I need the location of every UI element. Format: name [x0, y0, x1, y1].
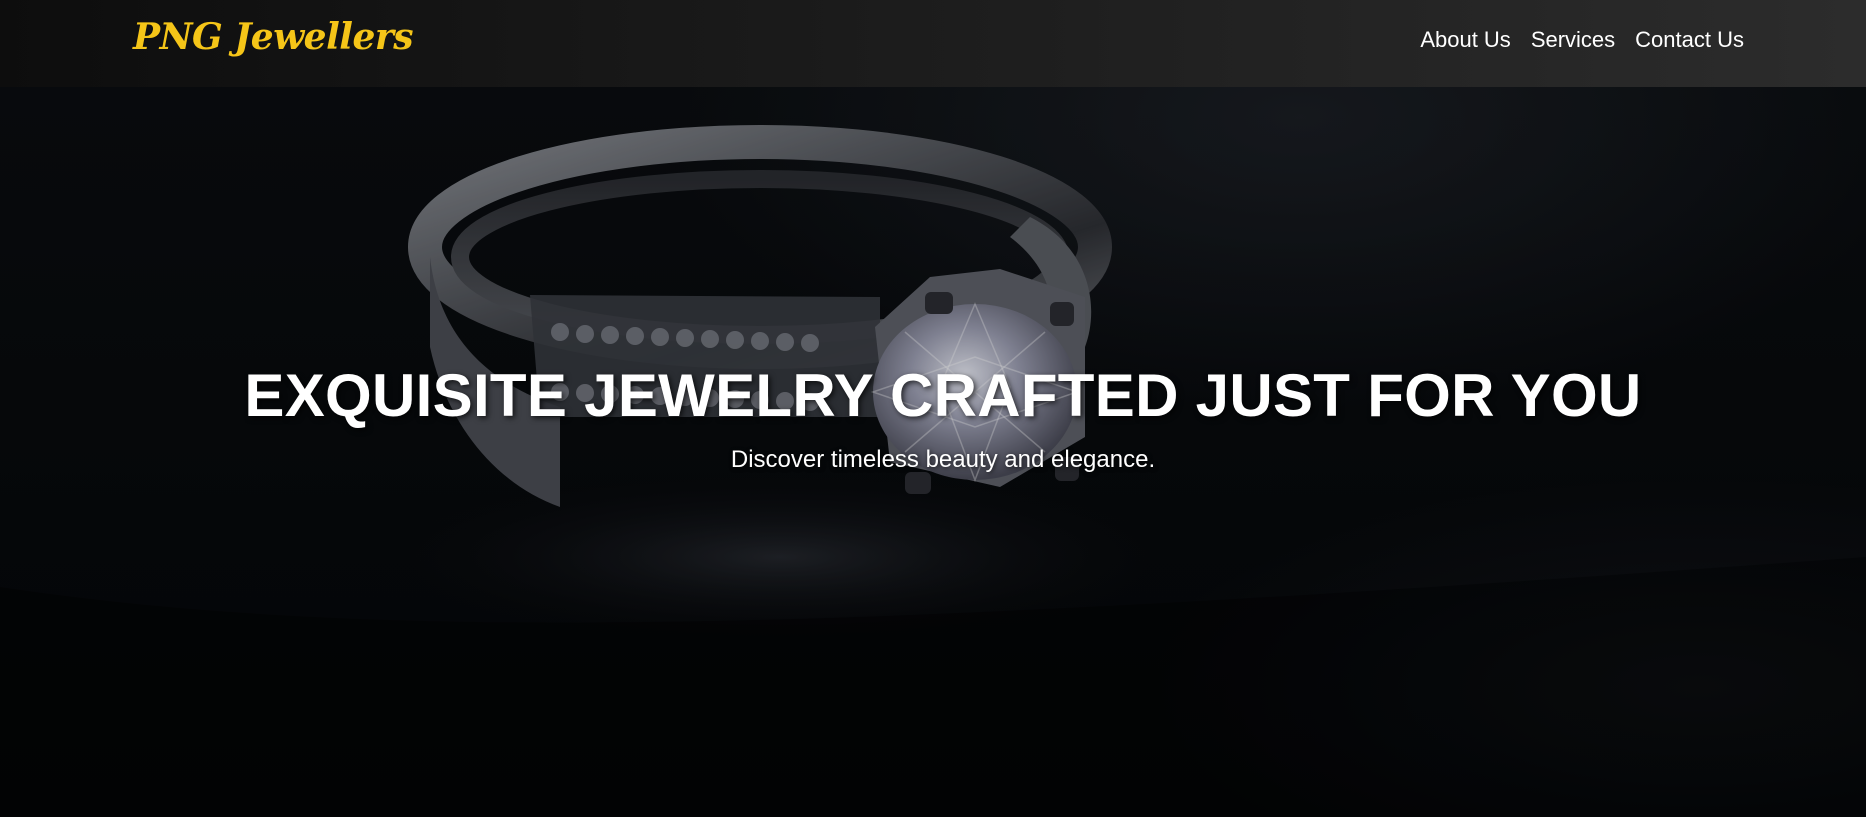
top-navbar: PNG Jewellers About Us Services Contact … [0, 0, 1866, 87]
hero-title: EXQUISITE JEWELRY CRAFTED JUST FOR YOU [244, 362, 1642, 429]
hero-subtitle: Discover timeless beauty and elegance. [730, 446, 1156, 473]
nav-link-contact-us[interactable]: Contact Us [1635, 27, 1744, 53]
nav-link-about-us[interactable]: About Us [1420, 27, 1511, 53]
nav-link-services[interactable]: Services [1531, 27, 1615, 53]
hero-section: EXQUISITE JEWELRY CRAFTED JUST FOR YOU D… [0, 87, 1866, 817]
brand-logo[interactable]: PNG Jewellers [133, 16, 414, 58]
main-nav: About Us Services Contact Us [1420, 27, 1744, 53]
